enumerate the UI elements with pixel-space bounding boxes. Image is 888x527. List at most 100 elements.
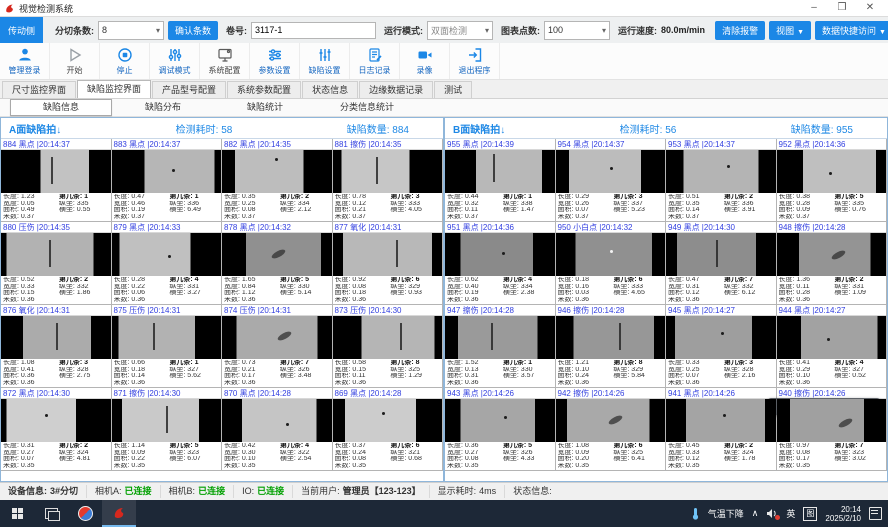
admin-login-button[interactable]: 管理登录 xyxy=(0,43,50,79)
debug-mode-button[interactable]: 调试模式 xyxy=(150,43,200,79)
play-icon xyxy=(67,47,83,64)
defect-cell[interactable]: 879 黑点 |20:14:33长度: 0.28宽度: 0.22面积: 0.06… xyxy=(112,222,223,305)
tray-chevron-icon[interactable]: ∧ xyxy=(752,508,759,519)
clear-alarm-button[interactable]: 清除报警 xyxy=(715,21,765,40)
thermometer-icon[interactable] xyxy=(691,507,700,520)
main-tab-2[interactable]: 产品型号配置 xyxy=(152,81,226,98)
defect-cell[interactable]: 951 黑点 |20:14:36长度: 0.62宽度: 0.40面积: 0.19… xyxy=(445,222,556,305)
input-language-indicator[interactable]: 英 xyxy=(786,507,795,520)
slit-count-label: 分切条数: xyxy=(55,24,94,37)
defect-cell-header: 949 黑点 |20:14:30 xyxy=(666,222,776,233)
defect-info-left: 长度: 0.36宽度: 0.27面积: 0.08米数: 0.35 xyxy=(447,443,503,469)
defect-cell[interactable]: 873 压伤 |20:14:30长度: 0.58宽度: 0.15面积: 0.11… xyxy=(333,305,444,388)
defect-cell[interactable]: 947 擦伤 |20:14:28长度: 1.52宽度: 0.13面积: 0.31… xyxy=(445,305,556,388)
volume-alert-dot xyxy=(775,515,780,520)
defect-cell[interactable]: 875 压伤 |20:14:31长度: 0.66宽度: 0.18面积: 0.14… xyxy=(112,305,223,388)
defect-cell[interactable]: 954 黑点 |20:14:37长度: 0.29宽度: 0.26面积: 0.07… xyxy=(556,139,667,222)
close-button[interactable]: ✕ xyxy=(856,0,884,16)
defect-settings-button[interactable]: 缺陷设置 xyxy=(300,43,350,79)
user-icon xyxy=(17,47,33,64)
main-tab-5[interactable]: 边缘数据记录 xyxy=(359,81,433,98)
confirm-count-button[interactable]: 确认条数 xyxy=(168,21,218,40)
defect-info: 长度: 1.08宽度: 0.41面积: 0.36米数: 0.36第几条: 3纵坐… xyxy=(1,359,111,387)
taskbar-app-inspection[interactable] xyxy=(102,500,136,527)
defect-cell[interactable]: 953 黑点 |20:14:37长度: 0.51宽度: 0.35面积: 0.14… xyxy=(666,139,777,222)
run-mode-select[interactable]: 双面检测▾ xyxy=(427,21,493,40)
defect-cell[interactable]: 942 擦伤 |20:14:26长度: 1.08宽度: 0.09面积: 0.20… xyxy=(556,388,667,471)
sub-tab-1[interactable]: 缺陷分布 xyxy=(112,99,214,116)
taskbar-clock[interactable]: 20:14 2025/2/10 xyxy=(825,505,861,523)
main-tab-1[interactable]: 缺陷监控界面 xyxy=(77,80,151,98)
system-config-button[interactable]: 系统配置 xyxy=(200,43,250,79)
defect-cell[interactable]: 876 氧化 |20:14:31长度: 1.08宽度: 0.41面积: 0.36… xyxy=(1,305,112,388)
defect-cell[interactable]: 870 黑点 |20:14:28长度: 0.42宽度: 0.30面积: 0.10… xyxy=(222,388,333,471)
drive-side-button[interactable]: 传动侧 xyxy=(0,17,43,43)
defect-cell[interactable]: 883 黑点 |20:14:37长度: 0.47宽度: 0.46面积: 0.19… xyxy=(112,139,223,222)
defect-cell[interactable]: 882 黑点 |20:14:35长度: 0.35宽度: 0.25面积: 0.08… xyxy=(222,139,333,222)
defect-image xyxy=(333,233,443,276)
panel-count: 缺陷数量: 955 xyxy=(791,121,853,136)
log-record-button[interactable]: 日志记录 xyxy=(350,43,400,79)
defect-cell[interactable]: 944 黑点 |20:14:27长度: 0.41宽度: 0.29面积: 0.10… xyxy=(777,305,888,388)
record-video-button[interactable]: 录像 xyxy=(400,43,450,79)
slit-count-select[interactable]: 8▾ xyxy=(98,21,164,40)
info-line: 米数: 0.37 xyxy=(668,214,724,221)
main-tab-6[interactable]: 测试 xyxy=(434,81,472,98)
notification-center-icon[interactable] xyxy=(869,507,882,520)
defect-info: 长度: 1.14宽度: 0.09面积: 0.22米数: 0.35第几条: 5纵坐… xyxy=(112,442,222,470)
sub-tab-3[interactable]: 分类信息统计 xyxy=(316,99,418,116)
defect-cell[interactable]: 871 擦伤 |20:14:30长度: 1.14宽度: 0.09面积: 0.22… xyxy=(112,388,223,471)
defect-cell[interactable]: 869 黑点 |20:14:28长度: 0.37宽度: 0.24面积: 0.08… xyxy=(333,388,444,471)
defect-cell[interactable]: 945 黑点 |20:14:27长度: 0.33宽度: 0.25面积: 0.07… xyxy=(666,305,777,388)
ime-icon[interactable]: 图 xyxy=(803,507,817,521)
icon-label: 缺陷设置 xyxy=(309,65,341,76)
exit-program-button[interactable]: 退出程序 xyxy=(450,43,500,79)
defect-info-right: 第几条: 8纵坐: 325横坐: 1.29 xyxy=(390,360,440,386)
defect-cell[interactable]: 941 黑点 |20:14:26长度: 0.45宽度: 0.33面积: 0.12… xyxy=(666,388,777,471)
volume-icon[interactable] xyxy=(766,508,778,519)
defect-cell-header: 870 黑点 |20:14:28 xyxy=(222,388,332,399)
defect-info-right: 第几条: 2纵坐: 336横坐: 3.91 xyxy=(724,194,774,220)
defect-cell[interactable]: 946 擦伤 |20:14:28长度: 1.21宽度: 0.10面积: 0.24… xyxy=(556,305,667,388)
info-line: 横坐: 1.47 xyxy=(503,207,553,214)
sub-tab-0[interactable]: 缺陷信息 xyxy=(10,99,112,116)
defect-cell[interactable]: 943 黑点 |20:14:26长度: 0.36宽度: 0.27面积: 0.08… xyxy=(445,388,556,471)
defect-cell[interactable]: 881 擦伤 |20:14:35长度: 0.78宽度: 0.12面积: 0.21… xyxy=(333,139,444,222)
defect-info: 长度: 0.52宽度: 0.33面积: 0.15米数: 0.36第几条: 2纵坐… xyxy=(1,276,111,304)
main-tab-0[interactable]: 尺寸监控界面 xyxy=(2,81,76,98)
defect-cell[interactable]: 955 黑点 |20:14:39长度: 0.44宽度: 0.32面积: 0.11… xyxy=(445,139,556,222)
task-view-button[interactable] xyxy=(34,500,68,527)
stop-button[interactable]: 停止 xyxy=(100,43,150,79)
defect-cell[interactable]: 948 擦伤 |20:14:28长度: 1.36宽度: 0.11面积: 0.28… xyxy=(777,222,888,305)
start-button[interactable]: 开始 xyxy=(50,43,100,79)
main-tab-4[interactable]: 状态信息 xyxy=(302,81,358,98)
defect-cell[interactable]: 874 压伤 |20:14:31长度: 0.73宽度: 0.21面积: 0.17… xyxy=(222,305,333,388)
info-line: 横坐: 2.38 xyxy=(503,290,553,297)
main-tab-3[interactable]: 系统参数配置 xyxy=(227,81,301,98)
defect-cell[interactable]: 880 压伤 |20:14:35长度: 0.52宽度: 0.33面积: 0.15… xyxy=(1,222,112,305)
weather-text[interactable]: 气温下降 xyxy=(708,507,744,520)
param-settings-button[interactable]: 参数设置 xyxy=(250,43,300,79)
defect-cell[interactable]: 950 小白点 |20:14:32长度: 0.18宽度: 0.16面积: 0.0… xyxy=(556,222,667,305)
icon-label: 系统配置 xyxy=(209,65,241,76)
minimize-button[interactable]: – xyxy=(800,0,828,16)
sub-tab-2[interactable]: 缺陷统计 xyxy=(214,99,316,116)
maximize-button[interactable]: ❒ xyxy=(828,0,856,16)
info-line: 米数: 0.36 xyxy=(558,297,614,304)
chart-points-select[interactable]: 100▾ xyxy=(544,21,610,40)
start-button[interactable] xyxy=(0,500,34,527)
defect-cell[interactable]: 877 氧化 |20:14:31长度: 0.92宽度: 0.08面积: 0.18… xyxy=(333,222,444,305)
defect-info-right: 第几条: 6纵坐: 321横坐: 0.68 xyxy=(390,443,440,469)
tune-icon xyxy=(167,47,183,64)
defect-cell[interactable]: 940 擦伤 |20:14:26长度: 0.97宽度: 0.08面积: 0.17… xyxy=(777,388,888,471)
view-menu-button[interactable]: 视图▼ xyxy=(769,21,811,40)
roll-number-input[interactable] xyxy=(251,22,376,39)
defect-cell[interactable]: 884 黑点 |20:14:37长度: 1.23宽度: 0.05面积: 0.49… xyxy=(1,139,112,222)
defect-cell[interactable]: 872 黑点 |20:14:30长度: 0.31宽度: 0.27面积: 0.07… xyxy=(1,388,112,471)
defect-cell[interactable]: 952 黑点 |20:14:36长度: 0.38宽度: 0.28面积: 0.09… xyxy=(777,139,888,222)
defect-cell[interactable]: 878 黑点 |20:14:32长度: 1.65宽度: 0.84面积: 1.12… xyxy=(222,222,333,305)
defect-cell[interactable]: 949 黑点 |20:14:30长度: 0.47宽度: 0.31面积: 0.12… xyxy=(666,222,777,305)
info-line: 横坐: 6.49 xyxy=(169,207,219,214)
taskbar-app-browser[interactable] xyxy=(68,500,102,527)
data-access-menu-button[interactable]: 数据快捷访问▼ xyxy=(815,21,888,40)
